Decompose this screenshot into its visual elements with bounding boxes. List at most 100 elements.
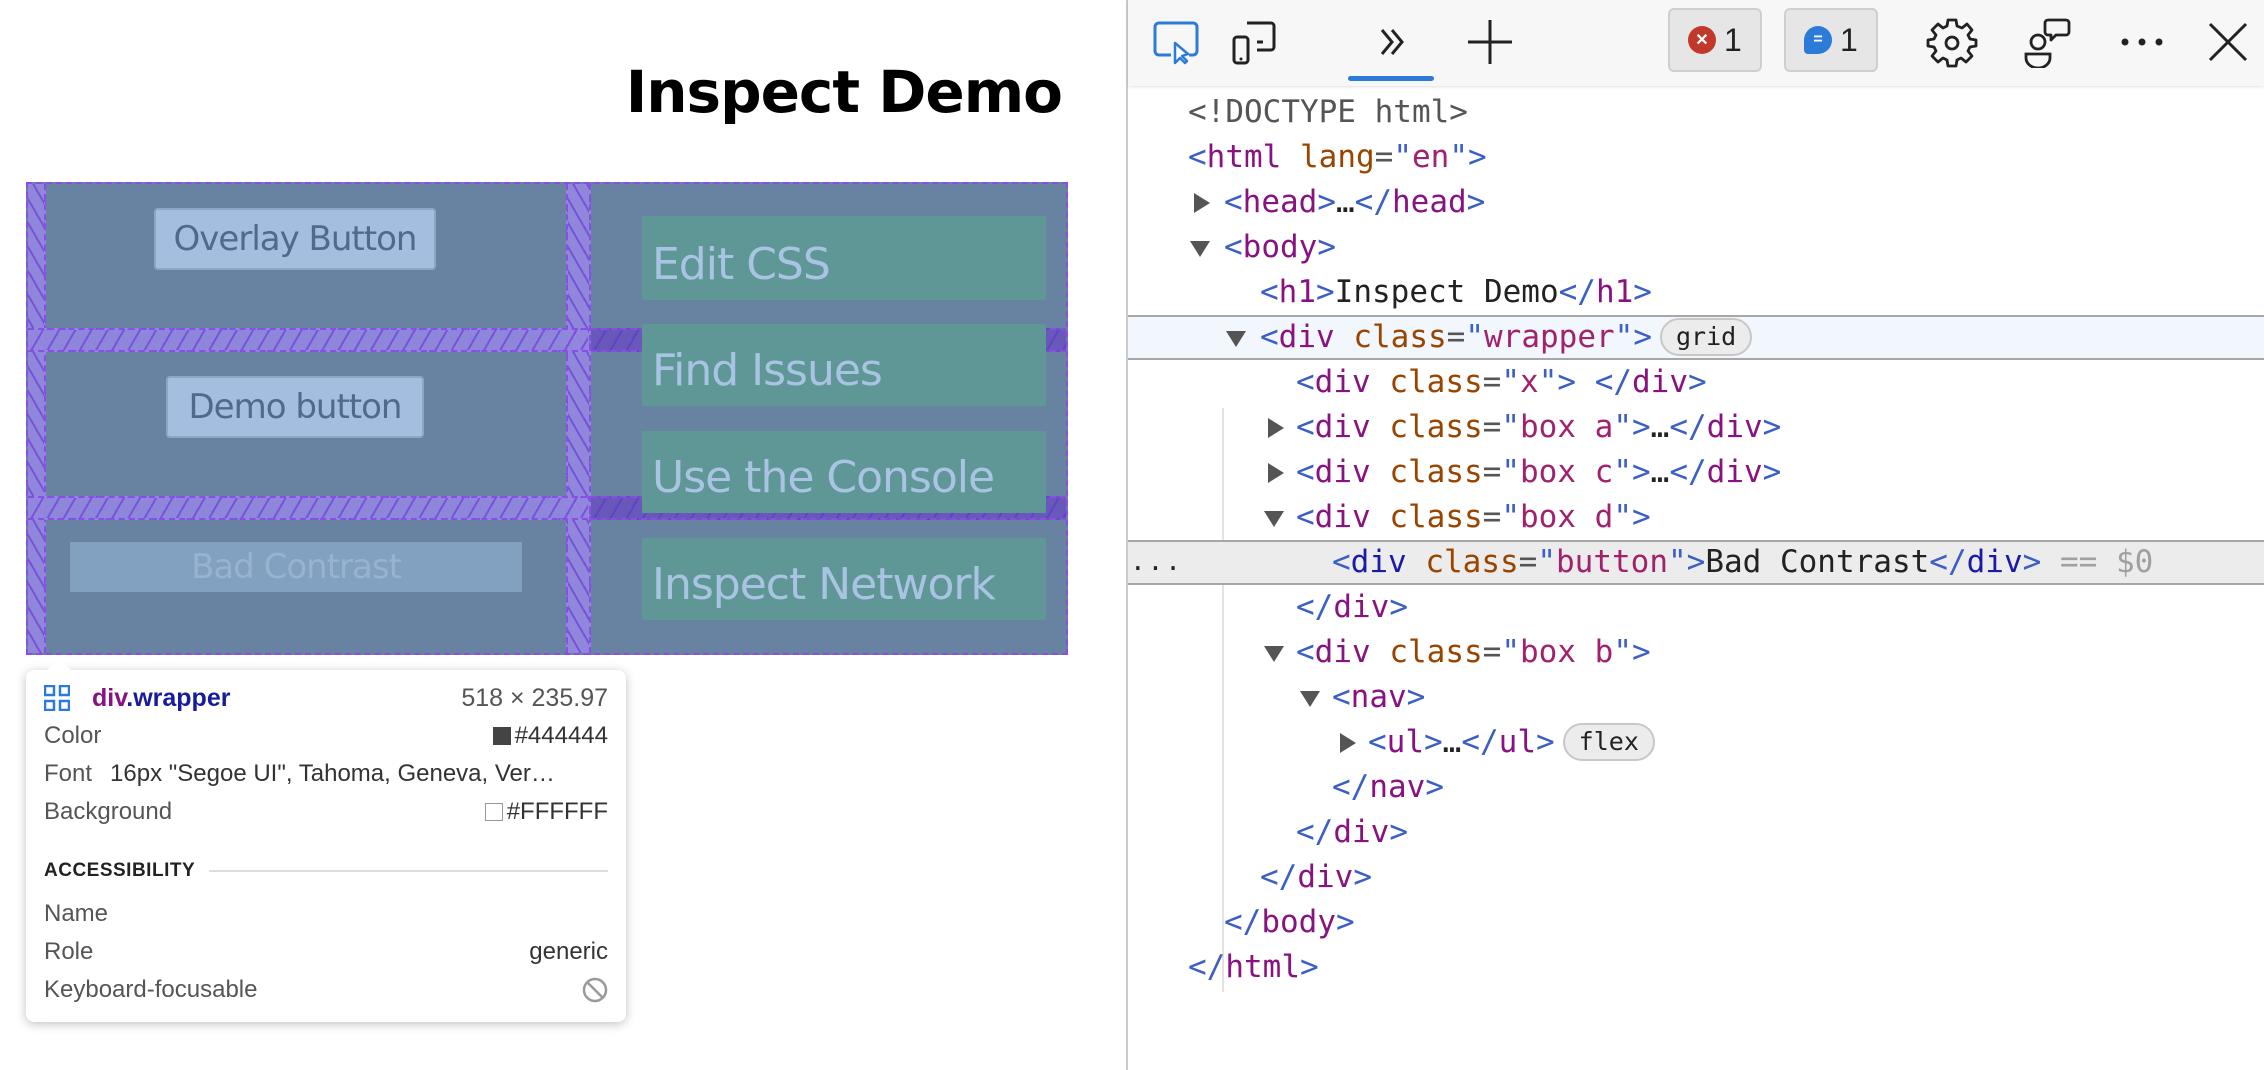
grid-wrapper-highlight[interactable]: Overlay Button Demo button Bad Contrast … bbox=[26, 182, 1068, 655]
dom-node-body-close[interactable]: </body> bbox=[1128, 900, 2264, 945]
errors-count: 1 bbox=[1724, 21, 1742, 58]
dom-node-head[interactable]: <head>…</head> bbox=[1128, 180, 2264, 225]
dom-node-h1[interactable]: <h1>Inspect Demo</h1> bbox=[1128, 270, 2264, 315]
collapse-arrow-icon[interactable] bbox=[1226, 331, 1246, 347]
more-options-button[interactable] bbox=[2114, 14, 2170, 70]
dom-node-box-b[interactable]: <div class="box b"> bbox=[1128, 630, 2264, 675]
tooltip-background-row: Background #FFFFFF bbox=[44, 794, 608, 830]
feedback-icon bbox=[2024, 18, 2071, 68]
tooltip-font-row: Font 16px "Segoe UI", Tahoma, Geneva, Ve… bbox=[44, 756, 608, 792]
tooltip-font-label: Font bbox=[44, 760, 93, 787]
wrapper-open-tag: <div class="wrapper"> grid bbox=[1260, 315, 1753, 360]
page-heading: Inspect Demo bbox=[625, 58, 1063, 126]
dom-tree: <!DOCTYPE html> <html lang="en"> <head>…… bbox=[1128, 90, 2264, 992]
demo-button[interactable]: Demo button bbox=[166, 376, 424, 438]
body-open-tag: <body> bbox=[1224, 229, 1336, 265]
active-tab-indicator bbox=[1348, 76, 1434, 81]
tooltip-color-row: Color #444444 bbox=[44, 718, 608, 754]
x-div-tag: <div class="x"> </div> bbox=[1296, 364, 1707, 400]
more-options-icon bbox=[2121, 38, 2163, 46]
settings-icon bbox=[1926, 18, 1978, 68]
feedback-button[interactable] bbox=[2020, 14, 2076, 70]
dom-node-nav[interactable]: <nav> bbox=[1128, 675, 2264, 720]
tooltip-arrow bbox=[46, 658, 72, 671]
accessibility-section-header: ACCESSIBILITY bbox=[44, 860, 608, 882]
node-actions-menu[interactable]: ... bbox=[1130, 540, 1183, 585]
collapse-arrow-icon[interactable] bbox=[1300, 691, 1320, 707]
more-tools-button[interactable] bbox=[1364, 14, 1420, 70]
close-icon bbox=[2208, 22, 2248, 62]
overlay-button[interactable]: Overlay Button bbox=[154, 208, 436, 270]
dom-node-x[interactable]: <div class="x"> </div> bbox=[1128, 360, 2264, 405]
dom-node-box-d[interactable]: <div class="box d"> bbox=[1128, 495, 2264, 540]
tooltip-background-label: Background bbox=[44, 798, 173, 825]
collapse-arrow-icon[interactable] bbox=[1264, 646, 1284, 662]
close-devtools-button[interactable] bbox=[2200, 14, 2256, 70]
expand-arrow-icon[interactable] bbox=[1268, 463, 1284, 483]
tooltip-dimensions: 518 × 235.97 bbox=[461, 683, 608, 712]
tooltip-role-value: generic bbox=[529, 938, 608, 965]
dom-node-box-c[interactable]: <div class="box c">…</div> bbox=[1128, 450, 2264, 495]
box-b-close-tag: </div> bbox=[1296, 814, 1408, 850]
bad-contrast-button[interactable]: Bad Contrast bbox=[70, 542, 522, 592]
tooltip-name-row: Name bbox=[44, 896, 608, 932]
tooltip-element-class: .wrapper bbox=[126, 683, 231, 712]
collapse-arrow-icon[interactable] bbox=[1264, 511, 1284, 527]
device-emulation-icon bbox=[1232, 21, 1276, 65]
issues-count: 1 bbox=[1840, 21, 1858, 58]
dom-node-box-a[interactable]: <div class="box a">…</div> bbox=[1128, 405, 2264, 450]
inspect-tooltip: div.wrapper 518 × 235.97 Color #444444 F… bbox=[26, 658, 626, 1022]
add-tab-button[interactable] bbox=[1462, 14, 1518, 70]
nav-item-find-issues[interactable]: Find Issues bbox=[642, 324, 1046, 406]
grid-gap-column-left bbox=[28, 184, 46, 653]
nav-item-edit-css[interactable]: Edit CSS bbox=[642, 216, 1046, 300]
nav-item-use-console[interactable]: Use the Console bbox=[642, 431, 1046, 513]
page-viewport: Inspect Demo Overlay Button Demo button … bbox=[0, 0, 1126, 1070]
settings-button[interactable] bbox=[1924, 14, 1980, 70]
html-open-tag: <html lang="en"> bbox=[1188, 139, 1487, 175]
background-swatch bbox=[484, 803, 503, 821]
flex-badge[interactable]: flex bbox=[1562, 723, 1655, 761]
issues-button[interactable]: = 1 bbox=[1784, 8, 1878, 72]
box-b-open-tag: <div class="box b"> bbox=[1296, 634, 1651, 670]
tooltip-name-label: Name bbox=[44, 900, 109, 927]
dom-node-wrapper[interactable]: <div class="wrapper"> grid bbox=[1128, 315, 2264, 360]
tooltip-element-tag: div bbox=[92, 683, 127, 712]
head-tag: <head>…</head> bbox=[1224, 184, 1486, 220]
section-divider bbox=[209, 870, 608, 872]
inspect-element-button[interactable] bbox=[1148, 14, 1204, 70]
expand-arrow-icon[interactable] bbox=[1268, 418, 1284, 438]
body-close-tag: </body> bbox=[1224, 904, 1355, 940]
issues-message-icon: = bbox=[1804, 26, 1832, 54]
expand-arrow-icon[interactable] bbox=[1194, 193, 1210, 213]
dom-node-box-b-close[interactable]: </div> bbox=[1128, 810, 2264, 855]
box-a-tag: <div class="box a">…</div> bbox=[1296, 409, 1782, 445]
grid-icon bbox=[44, 685, 70, 711]
device-emulation-button[interactable] bbox=[1226, 14, 1282, 70]
inspect-element-icon bbox=[1153, 21, 1199, 65]
tooltip-font-value: 16px "Segoe UI", Tahoma, Geneva, Ver… bbox=[110, 760, 555, 787]
tooltip-background-value: #FFFFFF bbox=[506, 798, 608, 825]
errors-button[interactable]: ✕ 1 bbox=[1668, 8, 1762, 72]
dom-node-wrapper-close[interactable]: </div> bbox=[1128, 855, 2264, 900]
h1-tag: <h1>Inspect Demo</h1> bbox=[1260, 274, 1652, 310]
grid-badge[interactable]: grid bbox=[1660, 318, 1753, 356]
error-icon: ✕ bbox=[1688, 26, 1716, 54]
expand-arrow-icon[interactable] bbox=[1340, 733, 1356, 753]
dom-node-doctype[interactable]: <!DOCTYPE html> bbox=[1128, 90, 2264, 135]
devtools-panel: ✕ 1 = 1 <!DOCTYPE html> <html lang="en">… bbox=[1126, 0, 2264, 1070]
dom-node-html-close[interactable]: </html> bbox=[1128, 945, 2264, 990]
dom-node-nav-close[interactable]: </nav> bbox=[1128, 765, 2264, 810]
nav-item-inspect-network[interactable]: Inspect Network bbox=[642, 538, 1046, 620]
collapse-arrow-icon[interactable] bbox=[1190, 241, 1210, 257]
dom-node-html[interactable]: <html lang="en"> bbox=[1128, 135, 2264, 180]
dom-node-body[interactable]: <body> bbox=[1128, 225, 2264, 270]
tooltip-focusable-row: Keyboard-focusable bbox=[44, 972, 608, 1008]
dom-node-box-d-close[interactable]: </div> bbox=[1128, 585, 2264, 630]
dom-node-ul[interactable]: <ul>…</ul> flex bbox=[1128, 720, 2264, 765]
nav-open-tag: <nav> bbox=[1332, 679, 1426, 715]
button-div-tag: <div class="button">Bad Contrast</div> =… bbox=[1332, 544, 2154, 580]
tooltip-element-name: div.wrapper bbox=[92, 684, 230, 713]
dom-node-button-selected[interactable]: ... <div class="button">Bad Contrast</di… bbox=[1128, 540, 2264, 585]
tooltip-header: div.wrapper 518 × 235.97 bbox=[44, 680, 608, 716]
